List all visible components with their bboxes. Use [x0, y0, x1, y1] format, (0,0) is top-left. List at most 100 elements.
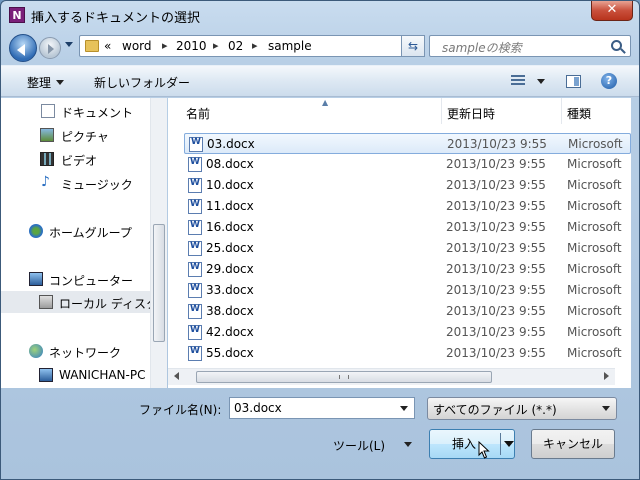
- search-input[interactable]: sampleの検索: [429, 35, 631, 57]
- file-date: 2013/10/23 9:55: [446, 325, 546, 339]
- file-row[interactable]: 55.docx 2013/10/23 9:55 Microsoft: [184, 343, 631, 364]
- chevron-down-icon: [56, 80, 65, 89]
- breadcrumb-sample[interactable]: sample: [268, 39, 312, 53]
- file-name: 33.docx: [206, 283, 254, 297]
- forward-button[interactable]: [39, 37, 61, 59]
- file-type: Microsoft: [567, 220, 622, 234]
- nav-item-music[interactable]: ♪ ミュージック: [1, 172, 151, 194]
- file-date: 2013/10/23 9:55: [446, 262, 546, 276]
- breadcrumb-overflow[interactable]: «: [104, 39, 111, 53]
- file-row[interactable]: 16.docx 2013/10/23 9:55 Microsoft: [184, 217, 631, 238]
- file-dialog: N 挿入するドキュメントの選択 ✕ « word ▸ 2010 ▸ 02 ▸ s…: [0, 0, 640, 480]
- nav-item-computer[interactable]: コンピューター: [1, 268, 151, 290]
- word-document-icon: [188, 157, 202, 172]
- view-options-icon[interactable]: [511, 75, 525, 87]
- chevron-down-icon[interactable]: [404, 442, 412, 451]
- file-date: 2013/10/23 9:55: [446, 157, 546, 171]
- file-type-filter[interactable]: すべてのファイル (*.*): [427, 397, 617, 420]
- file-row[interactable]: 29.docx 2013/10/23 9:55 Microsoft: [184, 259, 631, 280]
- word-document-icon: [188, 283, 202, 298]
- breadcrumb-separator[interactable]: ▸: [213, 39, 219, 52]
- file-name: 55.docx: [206, 346, 254, 360]
- nav-item-wanichan-pc[interactable]: WANICHAN-PC: [1, 364, 151, 386]
- column-header-type[interactable]: 種類: [562, 98, 631, 124]
- file-name: 03.docx: [207, 137, 255, 151]
- file-name: 08.docx: [206, 157, 254, 171]
- file-type: Microsoft: [568, 137, 623, 151]
- close-button[interactable]: ✕: [591, 1, 633, 21]
- file-name: 38.docx: [206, 304, 254, 318]
- nav-item-label: ピクチャ: [61, 130, 109, 144]
- cancel-button[interactable]: キャンセル: [531, 429, 615, 459]
- column-name-label: 名前: [186, 107, 211, 121]
- file-row[interactable]: 11.docx 2013/10/23 9:55 Microsoft: [184, 196, 631, 217]
- onenote-icon: N: [9, 7, 25, 23]
- file-date: 2013/10/23 9:55: [447, 137, 547, 151]
- nav-item-homegroup[interactable]: ホームグループ: [1, 220, 151, 242]
- nav-item-label: ビデオ: [61, 154, 98, 168]
- horizontal-scroll-thumb[interactable]: [196, 371, 492, 383]
- breadcrumb-02[interactable]: 02: [228, 39, 243, 53]
- help-icon[interactable]: ?: [601, 73, 617, 89]
- file-row[interactable]: 03.docx 2013/10/23 9:55 Microsoft: [184, 133, 631, 154]
- network-icon: [29, 344, 43, 358]
- column-date-label: 更新日時: [447, 107, 496, 121]
- chevron-down-icon: [602, 406, 610, 415]
- tools-menu[interactable]: ツール(L): [333, 437, 385, 454]
- organize-button[interactable]: 整理: [27, 74, 65, 91]
- nav-item-local-disk[interactable]: ローカル ディスク: [1, 291, 151, 313]
- file-row[interactable]: 25.docx 2013/10/23 9:55 Microsoft: [184, 238, 631, 259]
- preview-pane-icon[interactable]: [566, 75, 581, 88]
- file-type: Microsoft: [567, 346, 622, 360]
- file-row[interactable]: 38.docx 2013/10/23 9:55 Microsoft: [184, 301, 631, 322]
- file-date: 2013/10/23 9:55: [446, 178, 546, 192]
- nav-item-label: WANICHAN-PC: [59, 368, 146, 382]
- file-row[interactable]: 10.docx 2013/10/23 9:55 Microsoft: [184, 175, 631, 196]
- file-row[interactable]: 42.docx 2013/10/23 9:55 Microsoft: [184, 322, 631, 343]
- window-title: 挿入するドキュメントの選択: [31, 11, 201, 26]
- column-header-name[interactable]: ▲ 名前: [184, 98, 442, 124]
- file-row[interactable]: 08.docx 2013/10/23 9:55 Microsoft: [184, 154, 631, 175]
- column-header-date[interactable]: 更新日時: [442, 98, 562, 124]
- horizontal-scrollbar[interactable]: [168, 368, 615, 385]
- file-type: Microsoft: [567, 178, 622, 192]
- nav-item-videos[interactable]: ビデオ: [1, 148, 151, 170]
- breadcrumb-2010[interactable]: 2010: [176, 39, 207, 53]
- file-name: 42.docx: [206, 325, 254, 339]
- refresh-button[interactable]: ⇆: [401, 35, 425, 57]
- file-date: 2013/10/23 9:55: [446, 304, 546, 318]
- filename-field[interactable]: 03.docx: [229, 397, 415, 419]
- address-bar[interactable]: « word ▸ 2010 ▸ 02 ▸ sample: [79, 35, 425, 57]
- word-document-icon: [188, 241, 202, 256]
- word-document-icon: [188, 220, 202, 235]
- word-document-icon: [188, 304, 202, 319]
- nav-item-network[interactable]: ネットワーク: [1, 340, 151, 362]
- command-bar: 整理 新しいフォルダー ?: [1, 65, 639, 97]
- folder-icon: [85, 40, 99, 52]
- nav-item-pictures[interactable]: ピクチャ: [1, 124, 151, 146]
- nav-scroll-thumb[interactable]: [153, 224, 165, 342]
- breadcrumb-word[interactable]: word: [122, 39, 152, 53]
- new-folder-button[interactable]: 新しいフォルダー: [94, 74, 190, 91]
- file-row[interactable]: 33.docx 2013/10/23 9:55 Microsoft: [184, 280, 631, 301]
- chevron-down-icon[interactable]: [400, 406, 408, 415]
- view-dropdown-icon[interactable]: [537, 79, 545, 88]
- nav-item-label: ミュージック: [61, 178, 133, 192]
- nav-item-label: ドキュメント: [61, 106, 134, 120]
- nav-scrollbar[interactable]: [150, 98, 167, 388]
- column-type-label: 種類: [567, 107, 592, 121]
- search-icon[interactable]: [611, 40, 622, 51]
- insert-button[interactable]: 挿入: [429, 429, 515, 459]
- breadcrumb-separator[interactable]: ▸: [162, 39, 168, 52]
- scroll-left-icon[interactable]: [174, 372, 179, 380]
- nav-item-documents[interactable]: ドキュメント: [1, 100, 151, 122]
- filter-value: すべてのファイル (*.*): [433, 403, 557, 417]
- mouse-pointer-icon: [478, 441, 490, 459]
- breadcrumb-separator[interactable]: ▸: [252, 39, 258, 52]
- scroll-right-icon[interactable]: [604, 372, 609, 380]
- history-dropdown-icon[interactable]: [65, 42, 73, 51]
- chevron-down-icon[interactable]: [504, 441, 514, 452]
- filename-value: 03.docx: [234, 401, 282, 415]
- title-bar: N 挿入するドキュメントの選択 ✕: [1, 1, 639, 31]
- back-button[interactable]: [9, 34, 37, 62]
